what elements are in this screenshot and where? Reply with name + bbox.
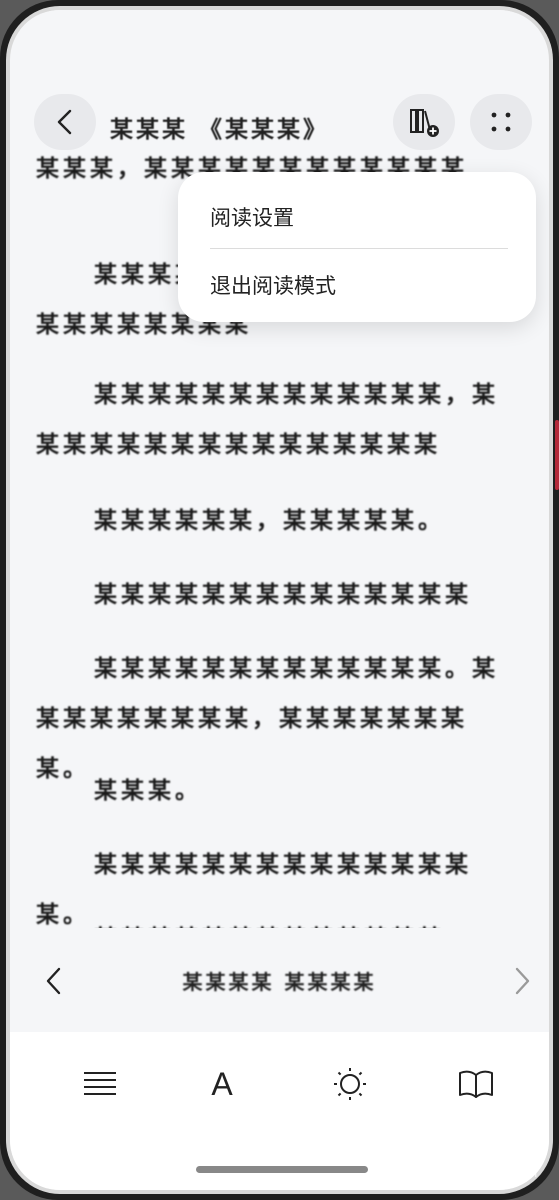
bookshelf-add-icon	[410, 109, 439, 137]
chapter-title: 某某某某 某某某某	[182, 970, 377, 994]
menu-divider	[210, 248, 508, 249]
more-button[interactable]	[470, 94, 532, 150]
reading-mode-button[interactable]	[454, 1062, 498, 1106]
book-title: 某某某 《某某某》	[110, 117, 330, 143]
router-icon	[433, 1151, 455, 1171]
reader-header: 某某某 《某某某》	[10, 84, 549, 164]
menu-item-exit-reading-mode[interactable]: 退出阅读模式	[210, 270, 336, 300]
watermark-title: 路由器	[470, 1143, 537, 1168]
add-to-shelf-button[interactable]	[393, 94, 455, 150]
font-settings-button[interactable]: A	[200, 1062, 244, 1106]
paragraph: 某某某某某某，某某某某某。	[94, 508, 445, 534]
chevron-right-icon	[515, 967, 530, 995]
open-book-icon	[459, 1070, 493, 1098]
home-indicator[interactable]	[196, 1166, 368, 1173]
paragraph: 某某某某某某某某某某某某某某	[94, 582, 472, 608]
router-logo-icon	[424, 1142, 464, 1182]
more-options-menu: 阅读设置 退出阅读模式	[178, 172, 536, 322]
phone-bezel: 某某某，某某某某某某某某某某某某 某某某某某 某某某某某某某某 某某某某某某某某某某…	[6, 6, 553, 1194]
reader-screen: 某某某，某某某某某某某某某某某某 某某某某某 某某某某某某某某 某某某某某某某某某某…	[10, 10, 549, 1190]
paragraph: 某某某。	[94, 778, 202, 804]
status-bar	[10, 10, 549, 30]
font-size-icon: A	[211, 1065, 233, 1102]
paragraph: 某某某某某某某某某某某某某，某某某某某某某某某某某某某某某某	[36, 382, 499, 458]
next-chapter-button[interactable]	[506, 964, 536, 998]
phone-frame: 某某某，某某某某某某某某某某某某 某某某某某 某某某某某某某某 某某某某某某某某某某…	[0, 0, 559, 1200]
back-button[interactable]	[34, 94, 96, 150]
table-of-contents-button[interactable]	[78, 1062, 122, 1106]
chapter-navigation: 某某某某 某某某某	[10, 928, 549, 1032]
brightness-button[interactable]	[328, 1062, 372, 1106]
brightness-icon	[334, 1068, 366, 1100]
watermark-url: luyouqi.com	[470, 1167, 538, 1180]
menu-list-icon	[84, 1072, 116, 1095]
menu-item-reading-settings[interactable]: 阅读设置	[210, 202, 294, 232]
grid-dots-icon	[491, 112, 511, 132]
side-button	[555, 420, 559, 490]
reader-toolbar: A	[10, 1032, 549, 1142]
chevron-left-icon	[57, 109, 72, 135]
watermark: 路由器 luyouqi.com	[424, 1140, 549, 1184]
